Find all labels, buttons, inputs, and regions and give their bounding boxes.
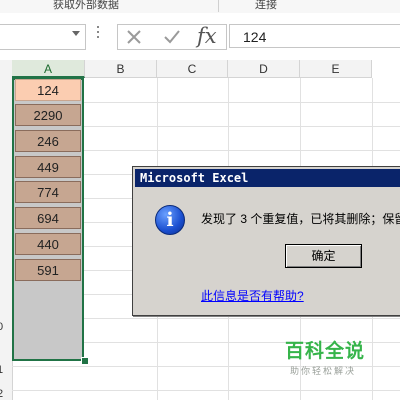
- ok-button[interactable]: 确定: [285, 244, 362, 268]
- chevron-down-icon[interactable]: [72, 31, 80, 36]
- fill-handle[interactable]: [81, 357, 89, 365]
- cell-a1[interactable]: 124: [15, 79, 81, 101]
- info-icon: i: [155, 205, 185, 235]
- cancel-icon[interactable]: [124, 27, 144, 47]
- gridline: [12, 390, 400, 391]
- column-header-d[interactable]: D: [228, 60, 300, 78]
- formula-bar: fx 124: [0, 13, 400, 61]
- watermark-logo: 百科全说 助你轻松解决: [285, 336, 365, 376]
- column-header-b[interactable]: B: [85, 60, 157, 78]
- cell-a4[interactable]: 449: [15, 156, 81, 178]
- row-number[interactable]: 1: [0, 364, 3, 376]
- column-header-a[interactable]: A: [12, 60, 85, 78]
- insert-function-button[interactable]: fx: [197, 24, 217, 48]
- name-box[interactable]: [0, 24, 86, 50]
- enter-check-icon[interactable]: [162, 27, 182, 47]
- ribbon-group-get-external-data: 获取外部数据: [53, 0, 119, 11]
- row-number[interactable]: 2: [0, 388, 3, 400]
- message-dialog: Microsoft Excel i 发现了 3 个重复值，已将其删除；保留 确定…: [132, 166, 400, 316]
- column-header-c[interactable]: C: [157, 60, 228, 78]
- dialog-title[interactable]: Microsoft Excel: [135, 169, 400, 187]
- help-feedback-link[interactable]: 此信息是否有帮助?: [201, 287, 304, 304]
- ribbon-group-connections: 连接: [255, 0, 277, 11]
- cell-a6[interactable]: 694: [15, 207, 81, 229]
- resize-grip-icon[interactable]: [97, 26, 99, 46]
- dialog-message: 发现了 3 个重复值，已将其删除；保留: [201, 212, 400, 226]
- cell-a7[interactable]: 440: [15, 233, 81, 255]
- cell-a5[interactable]: 774: [15, 181, 81, 203]
- column-header-e[interactable]: E: [300, 60, 372, 78]
- formula-input[interactable]: 124: [229, 24, 400, 48]
- ribbon-divider: [218, 0, 219, 12]
- cell-a8[interactable]: 591: [15, 259, 81, 281]
- formula-tools: fx: [117, 24, 227, 50]
- ribbon-group-labels: 获取外部数据 连接: [0, 0, 400, 14]
- cell-a2[interactable]: 2290: [15, 104, 81, 126]
- watermark-subtitle: 助你轻松解决: [290, 366, 357, 376]
- watermark-title: 百科全说: [285, 341, 366, 362]
- cell-a3[interactable]: 246: [15, 130, 81, 152]
- row-number[interactable]: 0: [0, 321, 3, 333]
